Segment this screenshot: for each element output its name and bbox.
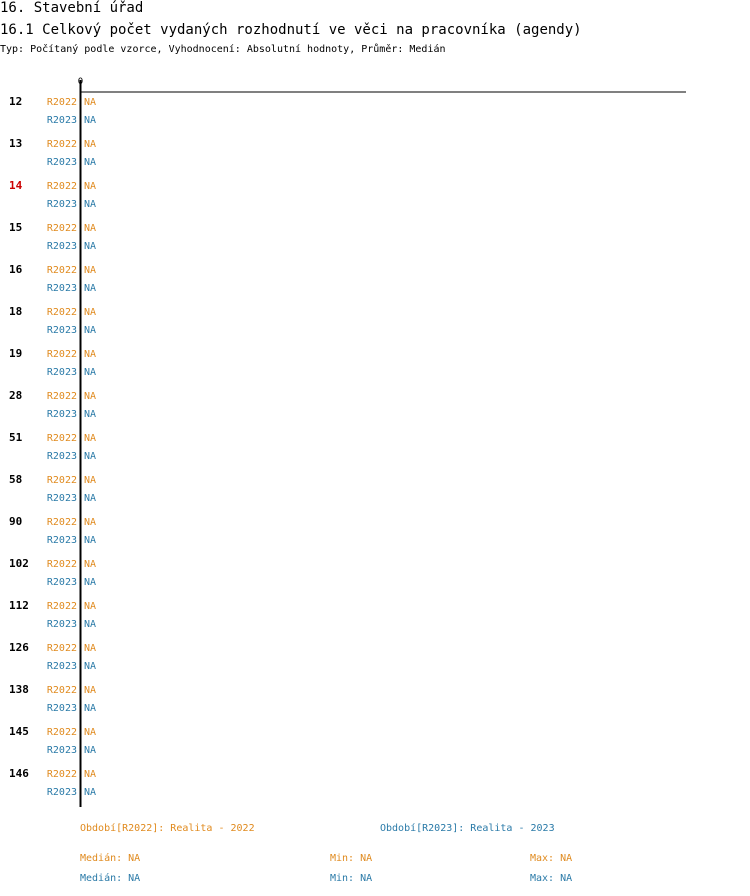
chart-title: 16.1 Celkový počet vydaných rozhodnutí v… bbox=[0, 22, 582, 38]
series-label: R2022 bbox=[47, 685, 77, 696]
series-label: R2022 bbox=[47, 475, 77, 486]
category-label: 14 bbox=[9, 179, 23, 192]
value-label: NA bbox=[84, 349, 96, 360]
value-label: NA bbox=[84, 391, 96, 402]
value-label: NA bbox=[84, 661, 96, 672]
series-label: R2022 bbox=[47, 433, 77, 444]
value-label: NA bbox=[84, 577, 96, 588]
value-label: NA bbox=[84, 409, 96, 420]
value-label: NA bbox=[84, 199, 96, 210]
category-label: 15 bbox=[9, 221, 22, 234]
series-label: R2023 bbox=[47, 241, 77, 252]
x-tick-label: 0 bbox=[78, 77, 83, 87]
series-label: R2023 bbox=[47, 577, 77, 588]
stat-median-r2022: Medián: NA bbox=[80, 853, 141, 864]
category-label: 102 bbox=[9, 557, 29, 570]
series-label: R2023 bbox=[47, 409, 77, 420]
value-label: NA bbox=[84, 139, 96, 150]
value-label: NA bbox=[84, 493, 96, 504]
category-label: 28 bbox=[9, 389, 22, 402]
category-label: 58 bbox=[9, 473, 22, 486]
series-label: R2022 bbox=[47, 517, 77, 528]
category-label: 138 bbox=[9, 683, 29, 696]
section-title: 16. Stavební úřad bbox=[0, 0, 144, 16]
series-label: R2022 bbox=[47, 769, 77, 780]
value-label: NA bbox=[84, 97, 96, 108]
category-label: 51 bbox=[9, 431, 23, 444]
category-label: 13 bbox=[9, 137, 22, 150]
series-label: R2022 bbox=[47, 391, 77, 402]
stat-max-r2023: Max: NA bbox=[530, 873, 573, 884]
category-label: 145 bbox=[9, 725, 29, 738]
series-label: R2022 bbox=[47, 265, 77, 276]
series-label: R2022 bbox=[47, 223, 77, 234]
series-label: R2023 bbox=[47, 619, 77, 630]
category-label: 16 bbox=[9, 263, 23, 276]
legend-period-r2022: Období[R2022]: Realita - 2022 bbox=[80, 823, 255, 834]
category-label: 18 bbox=[9, 305, 22, 318]
value-label: NA bbox=[84, 265, 96, 276]
value-label: NA bbox=[84, 535, 96, 546]
value-label: NA bbox=[84, 157, 96, 168]
value-label: NA bbox=[84, 703, 96, 714]
series-label: R2022 bbox=[47, 559, 77, 570]
series-label: R2023 bbox=[47, 199, 77, 210]
category-label: 12 bbox=[9, 95, 22, 108]
stat-min-r2022: Min: NA bbox=[330, 853, 373, 864]
stat-min-r2023: Min: NA bbox=[330, 873, 373, 884]
category-label: 19 bbox=[9, 347, 22, 360]
value-label: NA bbox=[84, 745, 96, 756]
series-label: R2022 bbox=[47, 643, 77, 654]
value-label: NA bbox=[84, 601, 96, 612]
series-label: R2023 bbox=[47, 325, 77, 336]
value-label: NA bbox=[84, 451, 96, 462]
value-label: NA bbox=[84, 115, 96, 126]
value-label: NA bbox=[84, 181, 96, 192]
value-label: NA bbox=[84, 619, 96, 630]
series-label: R2023 bbox=[47, 115, 77, 126]
legend-period-r2023: Období[R2023]: Realita - 2023 bbox=[380, 823, 555, 834]
value-label: NA bbox=[84, 325, 96, 336]
value-label: NA bbox=[84, 517, 96, 528]
value-label: NA bbox=[84, 223, 96, 234]
stat-max-r2022: Max: NA bbox=[530, 853, 573, 864]
value-label: NA bbox=[84, 643, 96, 654]
series-label: R2023 bbox=[47, 745, 77, 756]
category-label: 112 bbox=[9, 599, 29, 612]
series-label: R2022 bbox=[47, 727, 77, 738]
category-label: 146 bbox=[9, 767, 29, 780]
series-label: R2022 bbox=[47, 307, 77, 318]
series-label: R2023 bbox=[47, 157, 77, 168]
series-label: R2023 bbox=[47, 661, 77, 672]
bar-chart: 0 12 R2022 NA R2023 NA 13 R2022 NA R2023 NA 14 R2022… bbox=[9, 77, 686, 807]
value-label: NA bbox=[84, 685, 96, 696]
series-label: R2022 bbox=[47, 97, 77, 108]
value-label: NA bbox=[84, 367, 96, 378]
chart-subtitle: Typ: Počítaný podle vzorce, Vyhodnocení:… bbox=[0, 44, 446, 55]
value-label: NA bbox=[84, 433, 96, 444]
value-label: NA bbox=[84, 283, 96, 294]
value-label: NA bbox=[84, 769, 96, 780]
value-label: NA bbox=[84, 727, 96, 738]
series-label: R2023 bbox=[47, 787, 77, 798]
series-label: R2023 bbox=[47, 283, 77, 294]
series-label: R2023 bbox=[47, 493, 77, 504]
series-label: R2022 bbox=[47, 181, 77, 192]
series-label: R2023 bbox=[47, 535, 77, 546]
series-label: R2023 bbox=[47, 703, 77, 714]
value-label: NA bbox=[84, 475, 96, 486]
value-label: NA bbox=[84, 787, 96, 798]
value-label: NA bbox=[84, 307, 96, 318]
value-label: NA bbox=[84, 241, 96, 252]
category-label: 126 bbox=[9, 641, 29, 654]
value-label: NA bbox=[84, 559, 96, 570]
series-label: R2022 bbox=[47, 601, 77, 612]
series-label: R2023 bbox=[47, 451, 77, 462]
series-label: R2023 bbox=[47, 367, 77, 378]
series-label: R2022 bbox=[47, 349, 77, 360]
stat-median-r2023: Medián: NA bbox=[80, 873, 141, 884]
series-label: R2022 bbox=[47, 139, 77, 150]
category-label: 90 bbox=[9, 515, 22, 528]
